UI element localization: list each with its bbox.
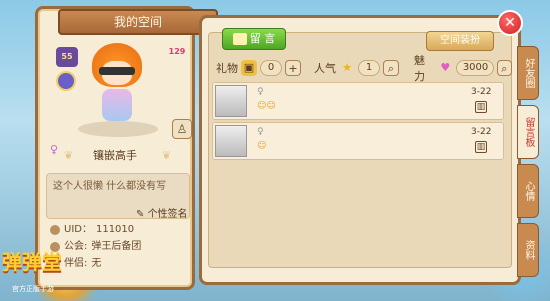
gift-value: 0 xyxy=(260,60,282,76)
tab-message-board[interactable]: 留言板 xyxy=(517,105,539,159)
wing-right-icon: ❦ xyxy=(162,149,172,162)
stats-bar: 礼物 ▣ 0 + 人气 ★ 1 ⌕ 魅力 ♥ 3000 ⌕ xyxy=(212,54,512,83)
message-item[interactable]: ♀ ☺☺ 3-22 ▥ xyxy=(212,82,504,120)
sender-gender-icon: ♀ xyxy=(257,87,264,97)
tab-profile[interactable]: 资料 xyxy=(517,223,539,277)
edit-signature-button[interactable]: ✎ 个性签名 xyxy=(136,205,188,220)
popularity-value: 1 xyxy=(358,60,380,76)
sender-avatar xyxy=(215,125,247,157)
message-item[interactable]: ♀ ☺ 3-22 ▥ xyxy=(212,122,504,160)
heart-icon: ♥ xyxy=(440,61,451,74)
popularity-search-button[interactable]: ⌕ xyxy=(383,60,399,76)
star-icon: ★ xyxy=(342,61,352,74)
avatar xyxy=(90,43,144,127)
gift-icon: ▣ xyxy=(241,60,257,76)
uid-row: UID： 111010 xyxy=(50,221,194,238)
leave-message-button[interactable]: 留 言 xyxy=(222,28,286,50)
message-list: ♀ ☺☺ 3-22 ▥ ♀ ☺ 3-22 ▥ xyxy=(212,82,504,162)
message-icon xyxy=(232,33,247,45)
charm-value: 3000 xyxy=(455,60,494,76)
sender-avatar xyxy=(215,85,247,117)
delete-icon[interactable]: ▥ xyxy=(475,141,487,153)
space-decorate-button[interactable]: 空间装扮 xyxy=(426,31,494,51)
profile-button[interactable]: ♙ xyxy=(172,119,192,139)
side-tabs: 好友圈 留言板 心情 资料 xyxy=(517,46,539,282)
delete-icon[interactable]: ▥ xyxy=(475,101,487,113)
message-date: 3-22 xyxy=(471,127,492,137)
message-date: 3-22 xyxy=(471,87,492,97)
tab-mood[interactable]: 心情 xyxy=(517,164,539,218)
signature-text: 这个人很懒 什么都没有写 xyxy=(53,181,167,192)
level-badge: 55 xyxy=(56,47,78,67)
tab-friends[interactable]: 好友圈 xyxy=(517,46,539,100)
add-gift-button[interactable]: + xyxy=(285,60,301,76)
person-icon: ♙ xyxy=(176,122,188,136)
gift-label: 礼物 xyxy=(216,62,238,75)
charm-search-button[interactable]: ⌕ xyxy=(496,60,512,76)
emoji-icon: ☺ xyxy=(257,141,267,151)
emoji-icon: ☺☺ xyxy=(257,101,276,111)
close-button[interactable]: ✕ xyxy=(497,10,523,36)
charm-label: 魅力 xyxy=(414,54,425,83)
game-logo: 弹弹堂 官方正版手游 xyxy=(2,250,62,293)
vip-badge: 129 xyxy=(168,47,186,56)
rank-icon xyxy=(56,71,76,91)
sender-gender-icon: ♀ xyxy=(257,127,264,137)
panel-title: 我的空间 xyxy=(58,9,218,35)
popularity-label: 人气 xyxy=(314,62,336,75)
id-icon xyxy=(50,224,60,235)
